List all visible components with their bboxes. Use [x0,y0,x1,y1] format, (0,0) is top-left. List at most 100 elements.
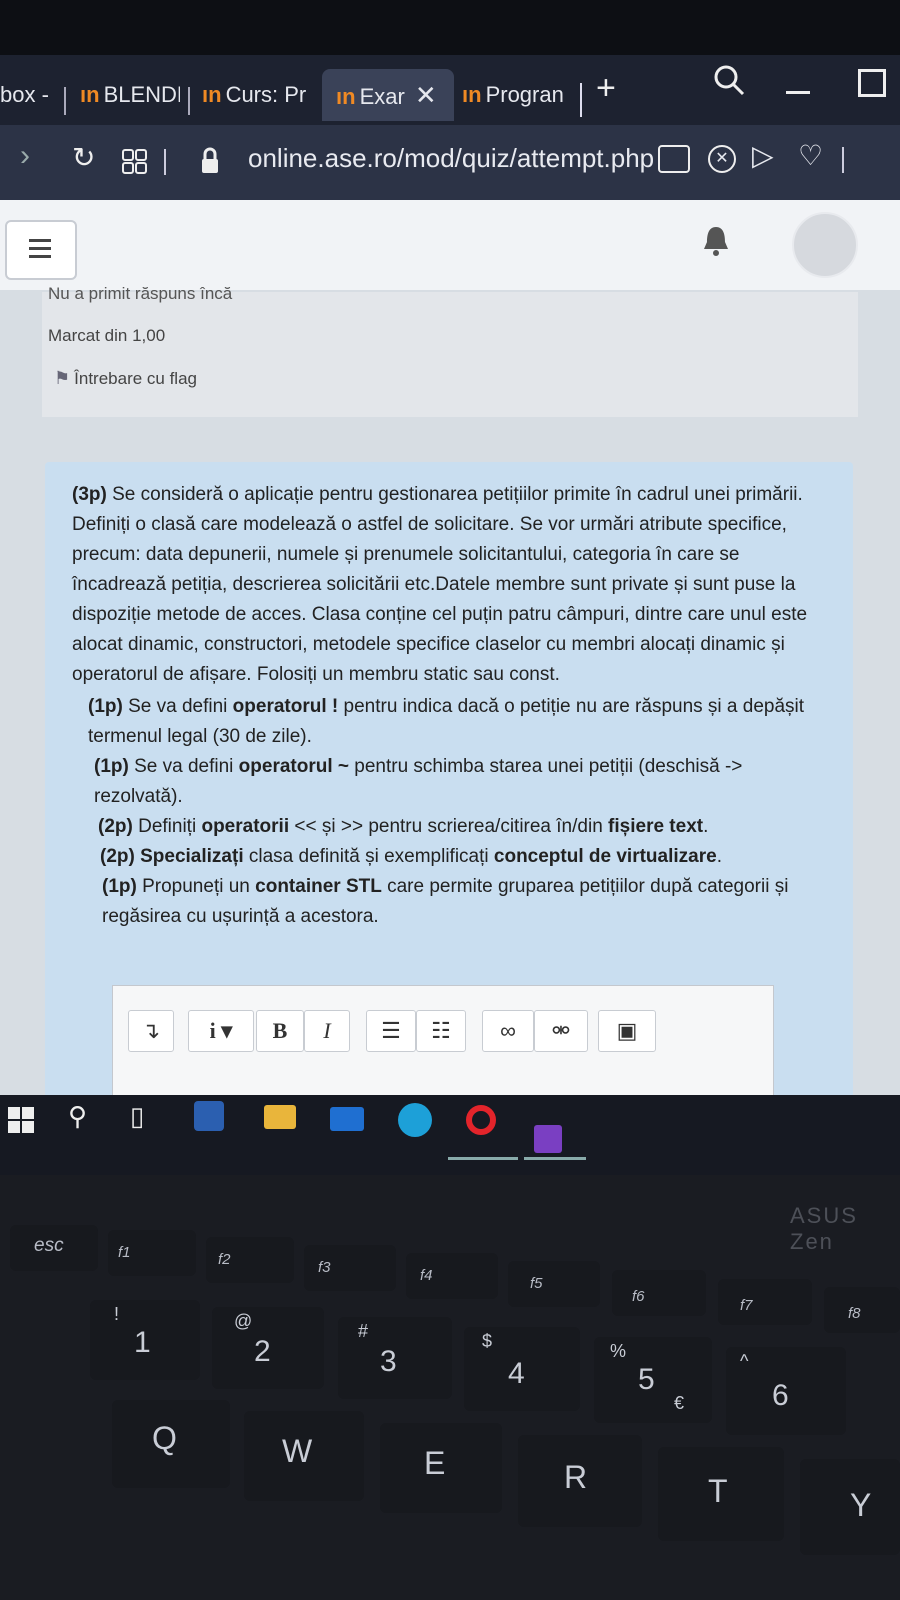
minimize-icon[interactable] [786,91,810,94]
flag-label: Întrebare cu flag [74,369,197,388]
tab-label: Progran [485,82,564,107]
task-view-icon[interactable]: ▯ [130,1101,144,1132]
visual-studio-icon[interactable] [534,1125,562,1153]
opera-icon[interactable] [466,1105,496,1135]
key-label: W [282,1433,313,1469]
heart-icon[interactable]: ♡ [798,139,823,172]
key-symbol: @ [234,1311,253,1331]
question-info-panel: Nu a primit răspuns încă Marcat din 1,00… [42,284,858,417]
browser-tab-bar: box - ınBLENDE ınCurs: Pr ınExar✕ ınProg… [0,55,900,125]
speed-dial-icon[interactable] [122,149,148,175]
tab-divider [188,87,190,115]
key-symbol: % [610,1341,627,1361]
key-symbol: € [674,1393,685,1413]
key-3: #3 [338,1317,452,1399]
toolbar-bold-button[interactable]: B [256,1010,304,1052]
moodle-icon: ın [80,82,100,107]
tab-label: box - [0,82,49,107]
emphasis: operatorul ! [232,696,339,717]
tab-curs[interactable]: ın Curs: Pr [202,75,312,115]
question-text: (3p) Se consideră o aplicație pentru ges… [72,480,832,932]
flag-icon: ⚑ [54,368,71,388]
toolbar-numbered-list-button[interactable]: ☷ [416,1010,466,1052]
url-field[interactable]: online.ase.ro/mod/quiz/attempt.php [248,143,654,174]
store-icon[interactable] [194,1101,224,1131]
key-symbol: $ [482,1331,493,1351]
key-t: T [658,1447,784,1541]
toolbar-link-button[interactable]: ∞ [482,1010,534,1052]
emphasis: conceptul de virtualizare [493,846,717,867]
reload-icon[interactable]: ↻ [72,141,95,174]
question-item-1: (1p) Se va defini operatorul ! pentru in… [72,692,832,752]
question-item-4: (2p) Specializați clasa definită și exem… [72,842,832,872]
text: << și >> pentru scrierea/citirea în/din [289,816,609,837]
file-explorer-icon[interactable] [264,1105,296,1129]
search-icon[interactable] [712,63,746,97]
tab-program[interactable]: ın Progran [462,75,582,115]
tab-exam-active[interactable]: ın Exar ✕ [322,69,454,121]
key-q: Q [112,1400,230,1488]
close-tab-icon[interactable]: ✕ [415,80,437,110]
key-label: f6 [632,1288,645,1305]
lock-icon[interactable] [200,147,220,175]
emphasis: container STL [255,876,382,897]
key-y: Y [800,1459,900,1555]
question-item-3: (2p) Definiți operatorii << și >> pentru… [72,812,832,842]
notification-bell-icon[interactable] [700,224,732,258]
tab-inbox[interactable]: box - [0,75,60,115]
key-label: f5 [530,1275,543,1292]
marks: (3p) [72,484,107,505]
key-label: 3 [380,1345,397,1378]
key-label: 6 [772,1379,789,1412]
toolbar-bullet-list-button[interactable]: ☰ [366,1010,416,1052]
text: Se va defini [128,756,239,777]
toolbar-info-button[interactable]: i ▾ [188,1010,254,1052]
text: . [716,846,722,867]
adblock-icon[interactable]: ✕ [708,145,736,173]
send-icon[interactable]: ▷ [752,139,774,172]
key-esc: esc [10,1225,98,1271]
hamburger-menu-button[interactable] [5,220,77,280]
emphasis: fișiere text [608,816,704,837]
maximize-icon[interactable] [858,69,886,97]
snapshot-icon[interactable] [658,145,690,173]
moodle-icon: ın [202,82,222,107]
mail-icon[interactable] [330,1107,364,1131]
text: Se va defini [122,696,233,717]
answer-status: Nu a primit răspuns încă [48,284,233,303]
key-4: $4 [464,1327,580,1411]
marks: (1p) [88,696,123,717]
key-f7: f7 [718,1279,812,1325]
toolbar-italic-button[interactable]: I [304,1010,350,1052]
avatar[interactable] [792,212,858,278]
toolbar-unlink-button[interactable]: ⚮ [534,1010,588,1052]
windows-start-icon[interactable] [8,1107,34,1133]
key-symbol: ! [114,1304,120,1324]
marks: (2p) [100,846,135,867]
tab-label: Exar [359,84,405,109]
taskbar-search-icon[interactable]: ⚲ [68,1101,87,1132]
key-label: 4 [508,1357,525,1390]
toolbar-image-button[interactable]: ▣ [598,1010,656,1052]
question-paragraph-main: (3p) Se consideră o aplicație pentru ges… [72,480,832,690]
tab-blende[interactable]: ınBLENDE [80,75,180,115]
flag-question-link[interactable]: ⚑ Întrebare cu flag [54,368,197,389]
key-label: Q [152,1420,177,1456]
key-label: f7 [740,1297,753,1314]
key-label: f2 [218,1251,231,1268]
brand-label: ASUS Zen [790,1203,858,1254]
new-tab-button[interactable]: + [596,69,616,108]
link-icon: ∞ [500,1018,516,1043]
toolbar-collapse-button[interactable]: ↴ [128,1010,174,1052]
key-f4: f4 [406,1253,498,1299]
marks: (1p) [102,876,137,897]
active-indicator [448,1157,518,1160]
image-icon: ▣ [616,1018,638,1043]
moodle-icon: ın [462,82,482,107]
key-f5: f5 [508,1261,600,1307]
forward-icon[interactable]: › [20,139,30,173]
edge-icon[interactable] [398,1103,432,1137]
emphasis: operatorii [201,816,290,837]
key-f8: f8 [824,1287,900,1333]
key-label: f3 [318,1259,331,1276]
